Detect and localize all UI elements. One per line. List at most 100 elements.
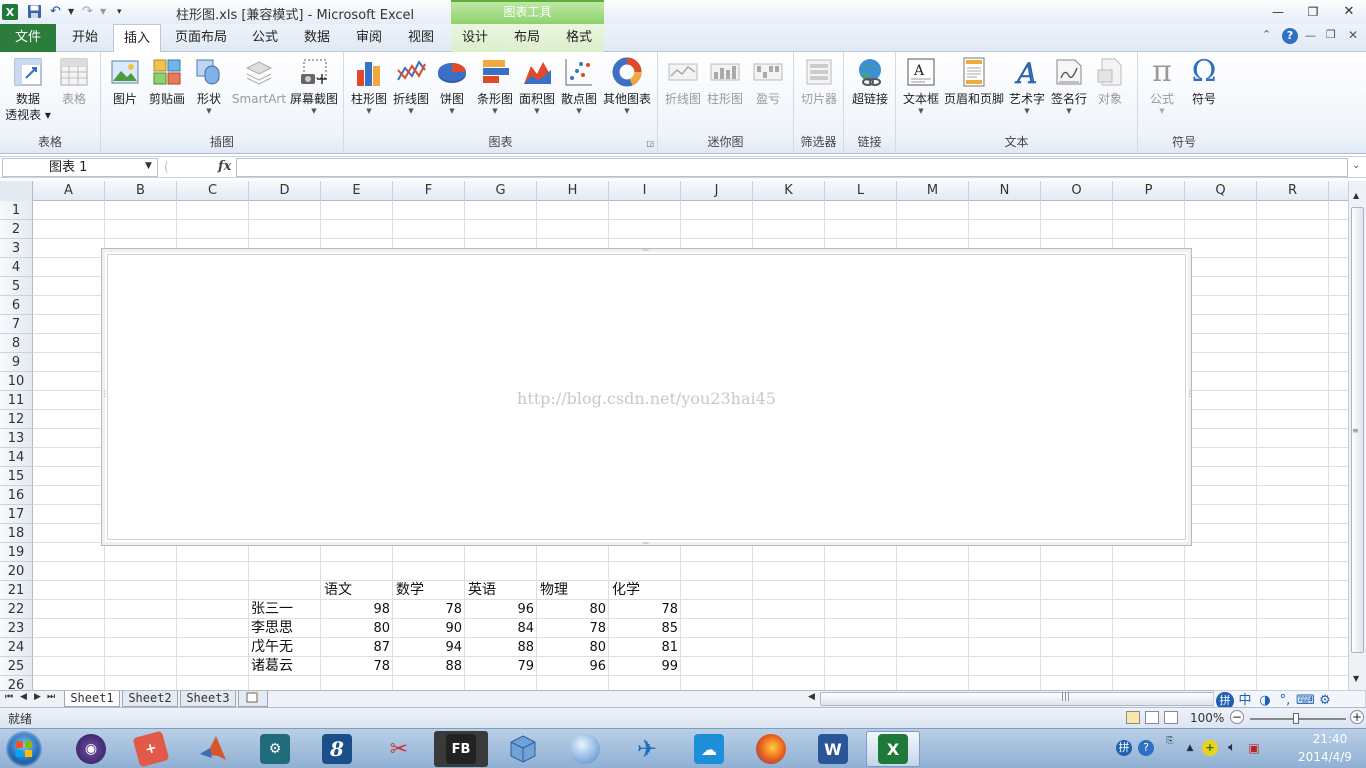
select-all-corner[interactable] — [0, 181, 33, 201]
row-header-23[interactable]: 23 — [0, 619, 33, 638]
score-cell[interactable]: 88 — [465, 638, 534, 657]
scroll-left-icon[interactable]: ◀ — [808, 692, 815, 702]
taskbar-excel[interactable]: X — [866, 731, 920, 767]
row-header-10[interactable]: 10 — [0, 372, 33, 391]
row-header-9[interactable]: 9 — [0, 353, 33, 372]
score-cell[interactable]: 96 — [537, 657, 606, 676]
row-header-6[interactable]: 6 — [0, 296, 33, 315]
subject-header[interactable]: 物理 — [540, 581, 606, 600]
taskbar-cloud-app[interactable]: ☁ — [682, 731, 736, 767]
student-name[interactable]: 诸葛云 — [251, 657, 293, 676]
zoom-out-icon[interactable]: − — [1230, 710, 1244, 724]
taskbar-notepad-plus[interactable]: + — [124, 730, 178, 768]
tab-review[interactable]: 审阅 — [346, 24, 392, 52]
next-sheet-icon[interactable]: ▶ — [34, 692, 41, 702]
name-box-dropdown-icon[interactable]: ▼ — [145, 161, 152, 171]
score-cell[interactable]: 81 — [609, 638, 678, 657]
taskbar-firefox[interactable] — [744, 731, 798, 767]
row-header-16[interactable]: 16 — [0, 486, 33, 505]
tab-formulas[interactable]: 公式 — [242, 24, 288, 52]
row-header-20[interactable]: 20 — [0, 562, 33, 581]
taskbar-feiq[interactable]: ✈ — [620, 731, 674, 767]
row-header-1[interactable]: 1 — [0, 201, 33, 220]
scroll-up-icon[interactable]: ▲ — [1353, 191, 1359, 200]
zoom-level[interactable]: 100% — [1190, 711, 1224, 725]
undo-icon[interactable]: ↶ — [50, 3, 61, 20]
score-cell[interactable]: 99 — [609, 657, 678, 676]
tray-help-icon[interactable]: ? — [1138, 740, 1154, 756]
row-header-15[interactable]: 15 — [0, 467, 33, 486]
tab-data[interactable]: 数据 — [294, 24, 340, 52]
row-header-12[interactable]: 12 — [0, 410, 33, 429]
save-icon[interactable] — [27, 3, 42, 20]
equation-button[interactable]: π 公式 ▼ — [1142, 54, 1182, 116]
row-header-25[interactable]: 25 — [0, 657, 33, 676]
volume-icon[interactable]: 🔈︎ — [1224, 740, 1240, 756]
column-header-A[interactable]: A — [33, 181, 105, 201]
tray-expand-icon[interactable]: ▲ — [1182, 740, 1198, 756]
sheet-tab-1[interactable]: Sheet1 — [64, 691, 120, 707]
score-cell[interactable]: 80 — [537, 600, 606, 619]
student-name[interactable]: 张三一 — [251, 600, 293, 619]
taskbar-flash-builder[interactable]: FB — [434, 731, 488, 767]
tab-file[interactable]: 文件 — [0, 24, 56, 52]
scatter-chart-button[interactable]: 散点图 ▼ — [558, 54, 600, 115]
last-sheet-icon[interactable]: ⏭ — [47, 692, 55, 702]
tray-language-icon[interactable]: ⎘ — [1162, 733, 1178, 749]
redo-icon[interactable]: ↷ — [82, 3, 93, 20]
column-header-C[interactable]: C — [177, 181, 249, 201]
smartart-button[interactable]: SmartArt — [231, 54, 287, 107]
header-footer-button[interactable]: 页眉和页脚 — [942, 54, 1006, 107]
zoom-slider-thumb[interactable] — [1293, 713, 1299, 724]
column-header-F[interactable]: F — [393, 181, 465, 201]
score-cell[interactable]: 84 — [465, 619, 534, 638]
minimize-button[interactable]: — — [1267, 4, 1289, 20]
table-button[interactable]: 表格 — [54, 54, 94, 107]
row-header-11[interactable]: 11 — [0, 391, 33, 410]
score-cell[interactable]: 94 — [393, 638, 462, 657]
column-header-H[interactable]: H — [537, 181, 609, 201]
sparkline-winloss-button[interactable]: 盈亏 — [748, 54, 788, 107]
row-header-22[interactable]: 22 — [0, 600, 33, 619]
close-button[interactable]: ✕ — [1338, 4, 1360, 20]
clock-date[interactable]: 2014/4/9 — [1290, 750, 1360, 764]
prev-sheet-icon[interactable]: ◀ — [20, 692, 27, 702]
score-cell[interactable]: 78 — [393, 600, 462, 619]
wordart-button[interactable]: A 艺术字 ▼ — [1006, 54, 1048, 115]
subject-header[interactable]: 数学 — [396, 581, 462, 600]
student-name[interactable]: 戊午无 — [251, 638, 293, 657]
taskbar-eclipse[interactable]: ◉ — [64, 731, 118, 767]
sheet-tab-2[interactable]: Sheet2 — [122, 691, 178, 707]
tab-format[interactable]: 格式 — [556, 24, 602, 52]
doc-restore-icon[interactable]: ❐ — [1326, 28, 1336, 41]
object-button[interactable]: 对象 — [1092, 54, 1128, 107]
column-header-L[interactable]: L — [825, 181, 897, 201]
pie-chart-button[interactable]: 饼图 ▼ — [434, 54, 470, 115]
quick-access-customize-icon[interactable]: ▾ — [117, 3, 122, 20]
subject-header[interactable]: 英语 — [468, 581, 534, 600]
taskbar-app-globe[interactable] — [558, 731, 612, 767]
row-header-8[interactable]: 8 — [0, 334, 33, 353]
picture-button[interactable]: 图片 — [107, 54, 143, 107]
clip-art-button[interactable]: 剪贴画 — [147, 54, 187, 107]
subject-header[interactable]: 化学 — [612, 581, 678, 600]
student-name[interactable]: 李思思 — [251, 619, 293, 638]
column-header-J[interactable]: J — [681, 181, 753, 201]
chart-area[interactable]: http://blog.csdn.net/you23hai45 — [107, 254, 1186, 540]
clock-time[interactable]: 21:40 — [1300, 732, 1360, 746]
score-cell[interactable]: 90 — [393, 619, 462, 638]
row-header-13[interactable]: 13 — [0, 429, 33, 448]
charts-dialog-launcher-icon[interactable]: ◲ — [646, 139, 654, 148]
row-header-7[interactable]: 7 — [0, 315, 33, 334]
column-header-E[interactable]: E — [321, 181, 393, 201]
column-header-I[interactable]: I — [609, 181, 681, 201]
horizontal-scroll-thumb[interactable]: ||| — [820, 692, 1214, 706]
page-break-view-icon[interactable] — [1164, 711, 1178, 724]
score-cell[interactable]: 98 — [321, 600, 390, 619]
row-header-21[interactable]: 21 — [0, 581, 33, 600]
row-header-19[interactable]: 19 — [0, 543, 33, 562]
column-header-D[interactable]: D — [249, 181, 321, 201]
taskbar-virtualbox[interactable] — [496, 731, 550, 767]
column-header-O[interactable]: O — [1041, 181, 1113, 201]
row-header-3[interactable]: 3 — [0, 239, 33, 258]
